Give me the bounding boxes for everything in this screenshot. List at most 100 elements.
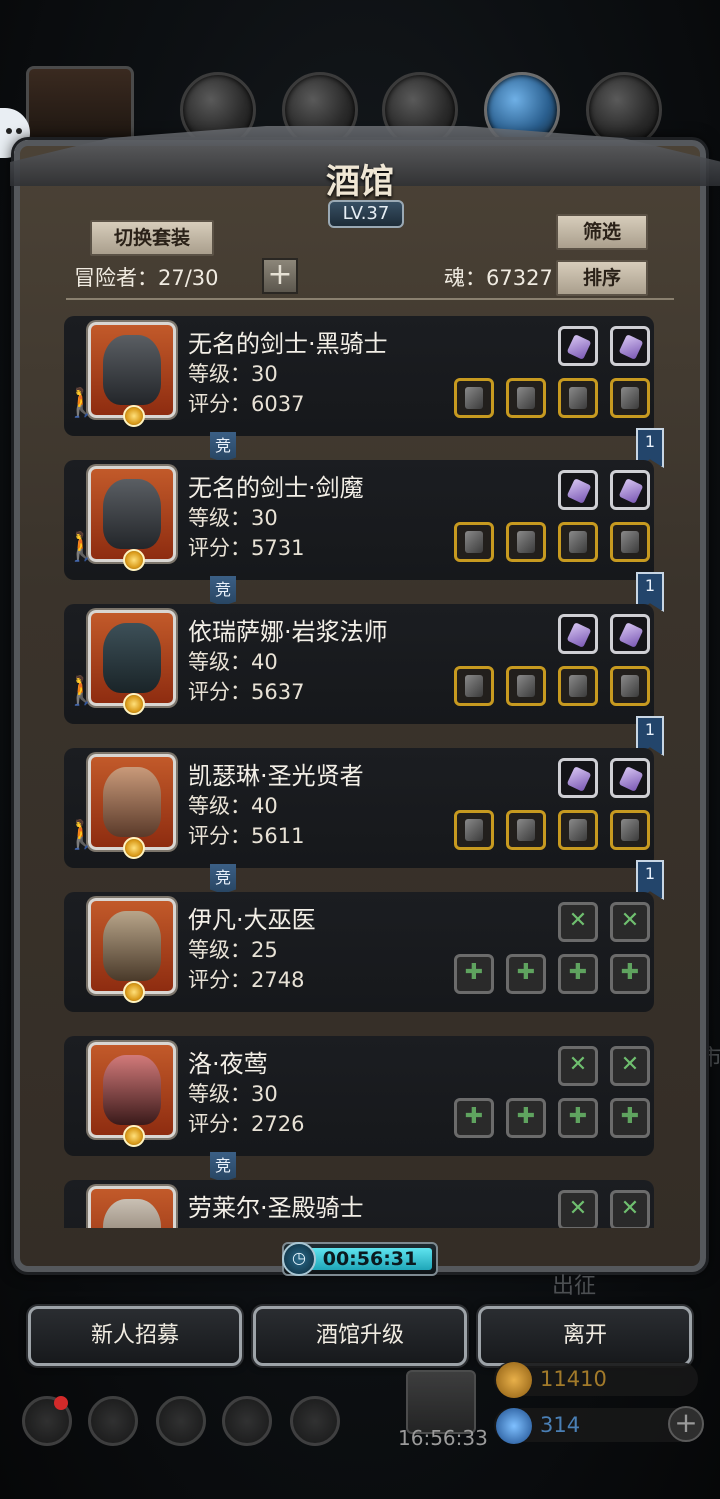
empty-crystal-slot-icon[interactable] <box>610 902 650 942</box>
empty-weapon-slot-icon[interactable] <box>454 1098 494 1138</box>
hero-portrait <box>88 466 176 571</box>
timer-bar: 00:56:31 ◷ <box>282 1242 438 1276</box>
hero-portrait <box>88 1042 176 1147</box>
scroll-icon[interactable] <box>610 378 650 418</box>
crystal-slot-icon[interactable] <box>610 326 650 366</box>
hero-level: 等级：30 <box>188 362 278 386</box>
hero-portrait <box>88 610 176 715</box>
empty-accessory-slot-icon[interactable] <box>558 1098 598 1138</box>
hero-level: 等级：30 <box>188 506 278 530</box>
sortie-label: 出征 <box>552 1274 597 1299</box>
page-title: 酒馆 <box>326 162 394 202</box>
empty-accessory-slot-icon[interactable] <box>558 954 598 994</box>
hero-portrait <box>88 1186 176 1228</box>
crystal-slot-icon[interactable] <box>610 758 650 798</box>
crossbow-icon[interactable] <box>454 522 494 562</box>
star-gem-icon <box>123 405 145 427</box>
star-gem-icon <box>123 549 145 571</box>
crystal-slot-icon[interactable] <box>558 758 598 798</box>
empty-armor-slot-icon[interactable] <box>506 1098 546 1138</box>
hero-card[interactable]: 🚶 凯瑟琳·圣光贤者 等级：40 评分：5611 <box>64 748 654 868</box>
hero-name: 洛·夜莺 <box>188 1050 268 1078</box>
add-gem-button[interactable]: + <box>668 1406 704 1442</box>
empty-crystal-slot-icon[interactable] <box>558 1190 598 1228</box>
star-icon[interactable] <box>88 1396 138 1446</box>
hero-card[interactable]: 劳莱尔·圣殿骑士 <box>64 1180 654 1228</box>
hero-portrait <box>88 898 176 1003</box>
add-slot-button[interactable]: + <box>262 258 298 294</box>
jing-tag: 竞 <box>210 576 236 606</box>
timer-text: 00:56:31 <box>322 1248 418 1270</box>
sort-button[interactable]: 排序 <box>556 260 648 296</box>
spear-icon[interactable] <box>454 378 494 418</box>
empty-crystal-slot-icon[interactable] <box>610 1190 650 1228</box>
chest-armor-icon[interactable] <box>506 810 546 850</box>
gold-amount: 11410 <box>540 1367 607 1391</box>
gauntlet-icon[interactable] <box>610 666 650 706</box>
crystal-slot-icon[interactable] <box>610 614 650 654</box>
star-gem-icon <box>123 1125 145 1147</box>
star-gem-icon <box>123 981 145 1003</box>
hero-portrait <box>88 754 176 859</box>
gold-icon <box>496 1362 532 1398</box>
hero-level: 等级：30 <box>188 1082 278 1106</box>
hero-list[interactable]: 🚶 无名的剑士·黑骑士 等级：30 评分：6037 竞 1 🚶 无名的剑士·剑魔… <box>60 312 672 1228</box>
map-icon[interactable] <box>290 1396 340 1446</box>
bracer-icon[interactable] <box>558 378 598 418</box>
switch-outfit-button[interactable]: 切换套装 <box>90 220 214 256</box>
hero-card[interactable]: 🚶 无名的剑士·剑魔 等级：30 评分：5731 <box>64 460 654 580</box>
gauntlet-icon[interactable] <box>610 810 650 850</box>
empty-crystal-slot-icon[interactable] <box>558 1046 598 1086</box>
empty-crystal-slot-icon[interactable] <box>558 902 598 942</box>
hero-name: 凯瑟琳·圣光贤者 <box>188 762 364 790</box>
robe-icon[interactable] <box>506 666 546 706</box>
tavern-panel: 酒馆 LV.37 切换套装 筛选 排序 冒险者：27/30 + 魂：67327 … <box>10 126 720 1272</box>
crystal-slot-icon[interactable] <box>610 470 650 510</box>
adventurer-count: 冒险者：27/30 <box>74 266 219 290</box>
recruit-button[interactable]: 新人招募 <box>28 1306 242 1366</box>
hero-card[interactable]: 🚶 依瑞萨娜·岩浆法师 等级：40 评分：5637 <box>64 604 654 724</box>
mask-icon[interactable] <box>610 522 650 562</box>
crystal-slot-icon[interactable] <box>558 326 598 366</box>
clock-time: 16:56:33 <box>398 1426 488 1450</box>
soul-count: 魂：67327 <box>444 266 553 290</box>
hero-card[interactable]: 洛·夜莺 等级：30 评分：2726 <box>64 1036 654 1156</box>
hero-card[interactable]: 伊凡·大巫医 等级：25 评分：2748 <box>64 892 654 1012</box>
filter-button[interactable]: 筛选 <box>556 214 648 250</box>
walker-icon: 🚶 <box>64 530 99 563</box>
empty-crystal-slot-icon[interactable] <box>610 1046 650 1086</box>
hero-score: 评分：5731 <box>188 536 305 560</box>
vest-icon[interactable] <box>558 810 598 850</box>
staff-icon[interactable] <box>454 666 494 706</box>
crystal-slot-icon[interactable] <box>558 470 598 510</box>
jing-tag: 竞 <box>210 432 236 462</box>
leave-button[interactable]: 离开 <box>478 1306 692 1366</box>
hero-portrait <box>88 322 176 427</box>
hero-card[interactable]: 🚶 无名的剑士·黑骑士 等级：30 评分：6037 <box>64 316 654 436</box>
jing-tag: 竞 <box>210 1152 236 1182</box>
rune-icon[interactable] <box>558 522 598 562</box>
tavern-level-badge: LV.37 <box>328 200 404 228</box>
gift-icon[interactable] <box>406 1370 476 1434</box>
walker-icon: 🚶 <box>64 386 99 419</box>
mail-icon[interactable] <box>222 1396 272 1446</box>
cloak-icon[interactable] <box>506 522 546 562</box>
ring-icon[interactable] <box>558 666 598 706</box>
divider <box>66 298 674 300</box>
empty-armor-slot-icon[interactable] <box>506 954 546 994</box>
hero-level: 等级：40 <box>188 650 278 674</box>
empty-accessory-slot-icon[interactable] <box>610 954 650 994</box>
upgrade-tavern-button[interactable]: 酒馆升级 <box>253 1306 467 1366</box>
hammer-icon[interactable] <box>454 810 494 850</box>
empty-weapon-slot-icon[interactable] <box>454 954 494 994</box>
armor-icon[interactable] <box>506 378 546 418</box>
walker-icon: 🚶 <box>64 674 99 707</box>
hero-score: 评分：5637 <box>188 680 305 704</box>
walker-icon: 🚶 <box>64 818 99 851</box>
book-icon[interactable] <box>156 1396 206 1446</box>
hero-score: 评分：2748 <box>188 968 305 992</box>
hero-name: 无名的剑士·剑魔 <box>188 474 364 502</box>
jing-tag: 竞 <box>210 864 236 894</box>
crystal-slot-icon[interactable] <box>558 614 598 654</box>
empty-accessory-slot-icon[interactable] <box>610 1098 650 1138</box>
